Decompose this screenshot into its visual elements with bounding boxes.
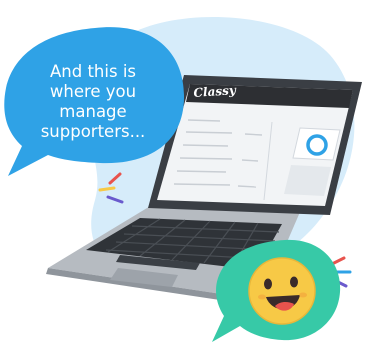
classy-logo: Classy bbox=[193, 83, 237, 100]
smiley-face bbox=[248, 257, 316, 325]
speech-line-3: manage bbox=[59, 102, 127, 121]
speech-line-1: And this is bbox=[50, 62, 136, 81]
speech-line-2: where you bbox=[49, 82, 137, 101]
screen-card-bottom bbox=[284, 165, 331, 196]
smiley-left-eye bbox=[264, 278, 272, 290]
illustration: And this is where you manage supporters.… bbox=[0, 0, 377, 353]
smiley-right-eye bbox=[290, 276, 298, 288]
speech-bubble-text: And this is where you manage supporters.… bbox=[18, 62, 168, 142]
speech-line-4: supporters... bbox=[40, 122, 146, 141]
illustration-canvas bbox=[4, 17, 362, 342]
